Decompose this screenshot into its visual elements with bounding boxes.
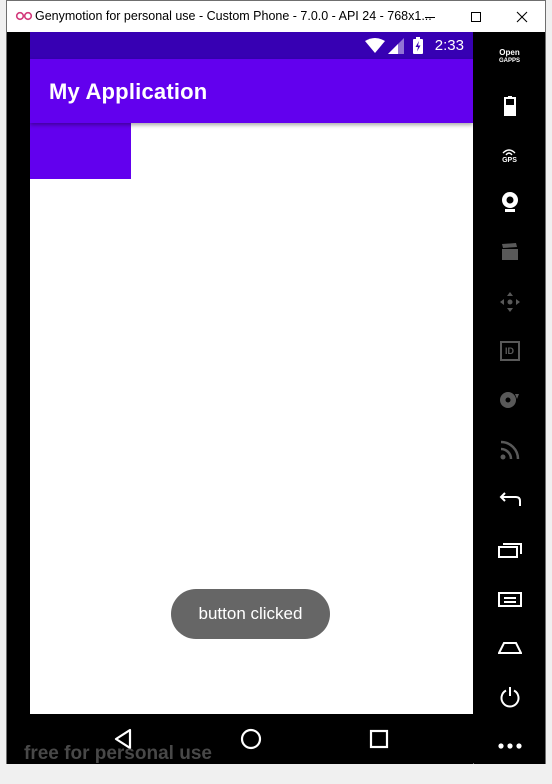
minimize-button[interactable]: [407, 1, 453, 32]
home-roof-icon: [497, 642, 522, 654]
desktop-background-bottom: [0, 764, 552, 784]
minimize-icon: [425, 16, 435, 18]
battery-charging-icon: [413, 37, 423, 54]
menu-icon: [497, 592, 522, 607]
battery-icon: [503, 96, 516, 116]
desktop-background-right: [546, 0, 552, 784]
disk-io-icon: [499, 392, 519, 408]
signal-icon: [388, 38, 404, 54]
device-id-button[interactable]: ID: [474, 334, 545, 368]
genymotion-window: Genymotion for personal use - Custom Pho…: [6, 0, 546, 764]
recent-apps-button[interactable]: [474, 533, 545, 567]
wifi-icon: [365, 38, 385, 53]
capture-button[interactable]: [474, 235, 545, 269]
close-button[interactable]: [499, 1, 545, 32]
nav-recents-button[interactable]: [366, 726, 392, 752]
device-bezel-left: [7, 32, 30, 764]
recents-icon: [369, 729, 389, 749]
power-button[interactable]: [474, 680, 545, 714]
battery-button[interactable]: [474, 89, 545, 123]
window-titlebar[interactable]: Genymotion for personal use - Custom Pho…: [7, 1, 545, 32]
recent-apps-icon: [497, 543, 522, 558]
clapperboard-icon: [501, 243, 518, 260]
toast-message: button clicked: [171, 589, 330, 639]
genymotion-logo-icon: [15, 11, 33, 21]
opengapps-icon: Open GAPPS: [498, 48, 520, 65]
purple-button[interactable]: [30, 123, 131, 179]
rss-icon: [500, 440, 519, 460]
disk-io-button[interactable]: [474, 383, 545, 417]
genymotion-sidebar: Open GAPPS GPS ID: [474, 32, 545, 764]
webcam-icon: [501, 192, 518, 212]
menu-button[interactable]: [474, 582, 545, 616]
home-key-button[interactable]: [474, 631, 545, 665]
opengapps-button[interactable]: Open GAPPS: [474, 40, 545, 74]
webcam-button[interactable]: [474, 185, 545, 219]
more-options-button[interactable]: [474, 729, 545, 763]
back-key-button[interactable]: [474, 483, 545, 517]
dpad-button[interactable]: [474, 285, 545, 319]
watermark: free for personal use: [24, 743, 212, 764]
status-time: 2:33: [434, 37, 464, 54]
power-icon: [500, 687, 519, 708]
dpad-icon: [499, 292, 520, 312]
nav-home-button[interactable]: [238, 726, 264, 752]
gps-button[interactable]: GPS: [474, 139, 545, 173]
gps-icon: GPS: [502, 148, 517, 165]
app-bar: My Application: [30, 59, 473, 123]
app-title: My Application: [49, 79, 208, 104]
window-title: Genymotion for personal use - Custom Pho…: [35, 9, 432, 23]
android-status-bar: 2:33: [30, 32, 473, 59]
cast-button[interactable]: [474, 433, 545, 467]
return-icon: [499, 492, 521, 506]
id-icon: ID: [499, 341, 520, 361]
maximize-icon: [471, 11, 481, 22]
app-content: button clicked: [30, 123, 473, 714]
more-dots-icon: [497, 743, 522, 749]
close-icon: [516, 11, 528, 22]
maximize-button[interactable]: [453, 1, 499, 32]
home-icon: [240, 728, 262, 750]
